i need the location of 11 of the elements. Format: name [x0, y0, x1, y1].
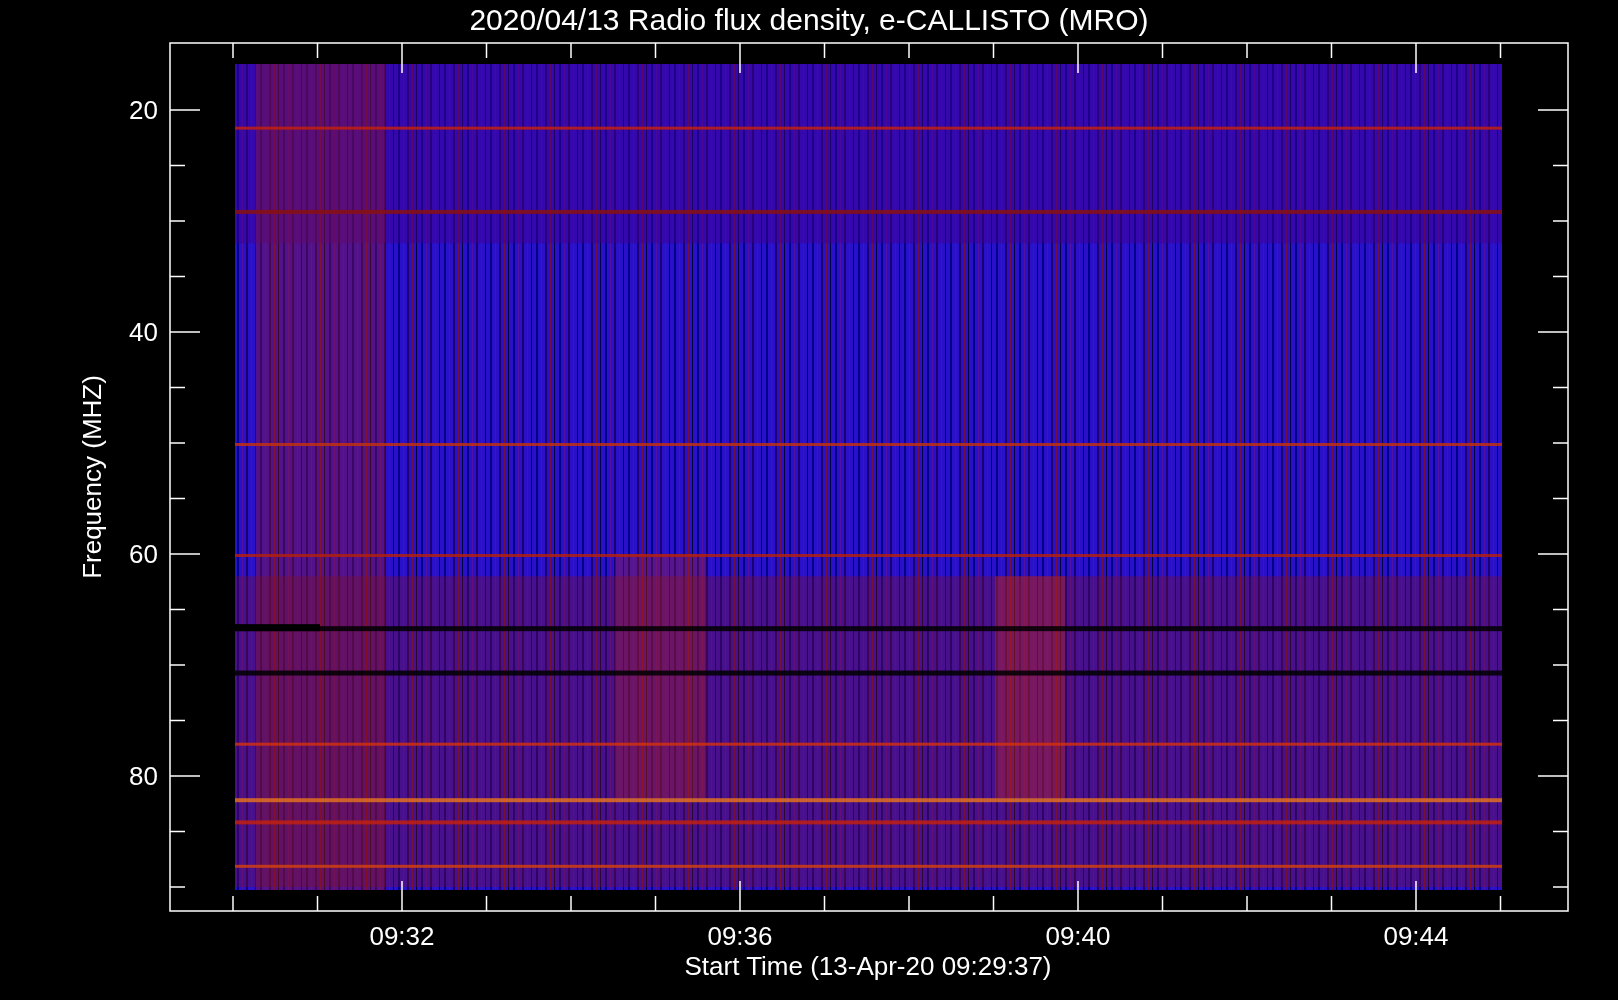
tick-label: 09:36: [707, 921, 773, 951]
plot-title: 2020/04/13 Radio flux density, e-CALLISTO (MRO): [469, 3, 1149, 36]
axis-label: Start Time (13-Apr-20 09:29:37): [684, 951, 1052, 981]
tick-label: 60: [129, 539, 158, 569]
tick-label: 09:32: [369, 921, 435, 951]
tick-label: 09:40: [1045, 921, 1111, 951]
tick-label: 09:44: [1383, 921, 1449, 951]
tick-label: 80: [129, 761, 158, 791]
tick-label: 20: [129, 95, 158, 125]
axis-label: Frequency (MHZ): [77, 375, 107, 579]
tick-label: 40: [129, 317, 158, 347]
